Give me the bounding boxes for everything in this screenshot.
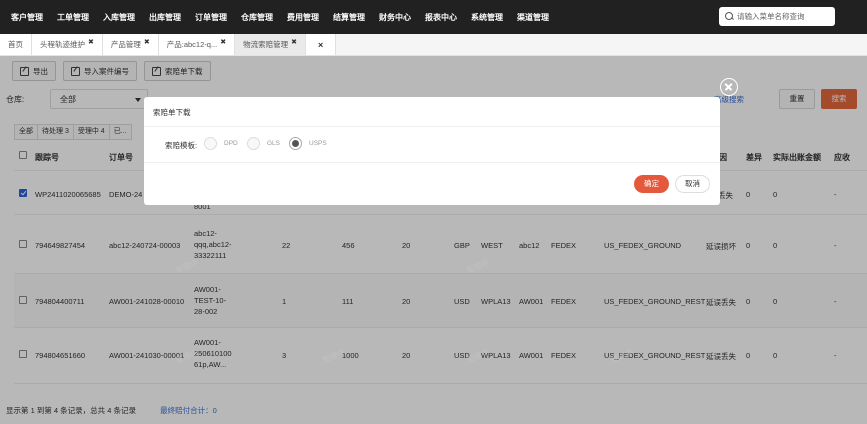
tab-product[interactable]: 产品管理 ✖ (102, 34, 159, 55)
close-icon[interactable]: ✖ (220, 38, 226, 46)
template-label: 索赔模板: (165, 141, 198, 150)
tab-home[interactable]: 首页 (0, 34, 32, 55)
tab-product-detail[interactable]: 产品:abc12-q... ✖ (158, 34, 236, 55)
menu-item-order[interactable]: 订单管理 (195, 12, 227, 23)
close-icon[interactable]: ✖ (88, 38, 94, 46)
menu-item-outbound[interactable]: 出库管理 (149, 12, 181, 23)
tab-label: 产品:abc12-q... (166, 40, 218, 49)
top-nav: 客户管理 工单管理 入库管理 出库管理 订单管理 仓库管理 费用管理 结算管理 … (0, 0, 867, 34)
tab-label: 头程轨迹维护 (40, 40, 85, 49)
menu-item-customer[interactable]: 客户管理 (11, 12, 43, 23)
page-tabs: 首页 头程轨迹维护 ✖ 产品管理 ✖ 产品:abc12-q... ✖ 物流索赔管理 ✖ … (0, 34, 867, 56)
radio-gls[interactable] (247, 137, 260, 150)
radio-dpd-label: DPD (224, 140, 238, 147)
menu-item-warehouse[interactable]: 仓库管理 (241, 12, 273, 23)
tab-label: 物流索赔管理 (243, 40, 289, 49)
radio-gls-label: GLS (267, 140, 281, 147)
close-all-tabs-button[interactable]: × (305, 34, 337, 55)
radio-dpd[interactable] (204, 137, 217, 150)
tab-label: 产品管理 (110, 40, 141, 49)
close-icon[interactable]: ✖ (291, 38, 297, 46)
menu-item-settlement[interactable]: 结算管理 (333, 12, 365, 23)
menu-item-channel[interactable]: 渠道管理 (517, 12, 549, 23)
divider (144, 162, 720, 163)
menu-item-system[interactable]: 系统管理 (471, 12, 503, 23)
cancel-button[interactable]: 取消 (675, 175, 710, 193)
tab-claim[interactable]: 物流索赔管理 ✖ (235, 34, 306, 55)
menu-search-box (719, 7, 835, 26)
divider (144, 126, 720, 127)
search-icon (725, 12, 734, 21)
menu-item-finance[interactable]: 财务中心 (379, 12, 411, 23)
menu-item-report[interactable]: 报表中心 (425, 12, 457, 23)
dialog-title: 索赔单下载 (153, 108, 191, 117)
menu-item-ticket[interactable]: 工单管理 (57, 12, 89, 23)
radio-usps-label: USPS (309, 140, 327, 147)
menu-item-fee[interactable]: 费用管理 (287, 12, 319, 23)
claim-download-dialog: 索赔单下载 索赔模板: DPD GLS USPS 确定 取消 (144, 97, 720, 205)
menu-search-input[interactable] (737, 12, 832, 21)
close-icon[interactable]: ✖ (144, 38, 150, 46)
confirm-button[interactable]: 确定 (634, 175, 669, 193)
tab-label: 首页 (8, 40, 23, 49)
tab-trajectory[interactable]: 头程轨迹维护 ✖ (32, 34, 103, 55)
main-menu: 客户管理 工单管理 入库管理 出库管理 订单管理 仓库管理 费用管理 结算管理 … (0, 0, 556, 34)
menu-item-inbound[interactable]: 入库管理 (103, 12, 135, 23)
radio-usps[interactable] (289, 137, 302, 150)
modal-close-icon[interactable] (720, 78, 738, 96)
